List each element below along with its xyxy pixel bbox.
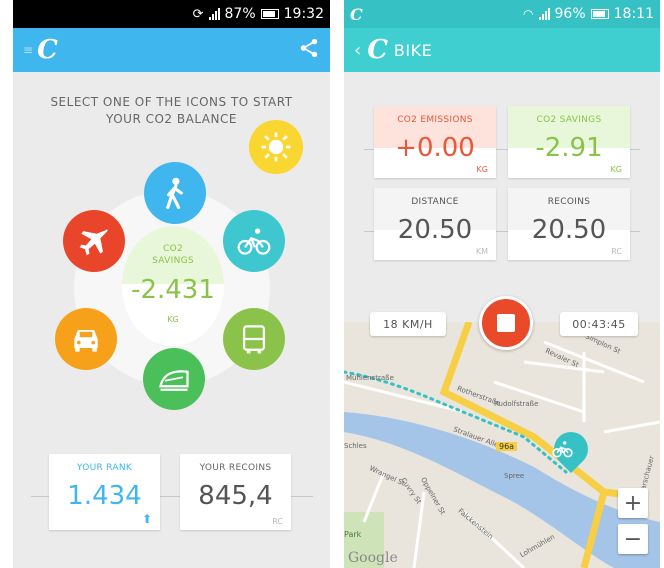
status-bar: ⟳ 87% 19:32 bbox=[13, 0, 330, 28]
savings-label: CO2 SAVINGS bbox=[508, 106, 630, 134]
route-label: 96a bbox=[496, 442, 518, 451]
co2-savings-card: CO2 SAVINGS -2.91 KG bbox=[508, 106, 630, 178]
walk-icon[interactable] bbox=[144, 162, 206, 224]
notification-logo: C bbox=[350, 4, 363, 24]
sync-icon: ⟳ bbox=[192, 6, 204, 22]
app-logo[interactable]: C bbox=[37, 35, 58, 65]
bike-tracking-screen: C ◠ 96% 18:11 ‹ C BIKE CO2 EMISSIONS +0.… bbox=[344, 0, 660, 568]
co2-emissions-card: CO2 EMISSIONS +0.00 KG bbox=[374, 106, 496, 178]
zoom-out-button[interactable]: − bbox=[618, 524, 648, 554]
battery-icon bbox=[260, 9, 279, 19]
app-logo[interactable]: C bbox=[367, 35, 388, 65]
recoins-unit: RC bbox=[272, 517, 283, 526]
distance-unit: KM bbox=[475, 247, 488, 256]
distance-card: DISTANCE 20.50 KM bbox=[374, 188, 496, 260]
stop-button[interactable] bbox=[479, 296, 533, 350]
stop-icon bbox=[497, 314, 515, 332]
sun-icon[interactable] bbox=[249, 120, 303, 174]
recoins-unit: RC bbox=[611, 247, 622, 256]
back-icon[interactable]: ‹ bbox=[354, 40, 361, 61]
bike-icon[interactable] bbox=[223, 210, 285, 272]
rank-label: YOUR RANK bbox=[49, 454, 160, 482]
wifi-icon: ◠ bbox=[523, 7, 534, 21]
bus-icon[interactable] bbox=[223, 308, 285, 370]
train-icon[interactable] bbox=[143, 348, 205, 410]
zoom-in-button[interactable]: + bbox=[618, 488, 648, 518]
distance-value: 20.50 bbox=[374, 216, 496, 244]
signal-icon bbox=[538, 8, 550, 20]
bike-icon bbox=[552, 441, 573, 458]
elapsed-time: 00:43:45 bbox=[560, 312, 638, 336]
app-bar: ≡ C bbox=[13, 28, 330, 72]
instruction-line-1: SELECT ONE OF THE ICONS TO START bbox=[50, 95, 293, 109]
recoins-card: RECOINS 20.50 RC bbox=[508, 188, 630, 260]
recoins-value: 20.50 bbox=[508, 216, 630, 244]
savings-value: -2.431 bbox=[131, 275, 215, 305]
app-bar: ‹ C BIKE bbox=[344, 28, 660, 72]
recoins-value: 845,4 bbox=[198, 481, 273, 511]
distance-label: DISTANCE bbox=[374, 188, 496, 216]
route-map[interactable]: Mühlenstraße Rotherstraße Rudolfstraße S… bbox=[344, 322, 660, 568]
emissions-value: +0.00 bbox=[374, 134, 496, 162]
clock: 19:32 bbox=[283, 6, 324, 22]
battery-icon bbox=[590, 9, 609, 19]
clock: 18:11 bbox=[613, 6, 654, 22]
rank-value: 1.434 bbox=[67, 481, 142, 511]
google-attribution: Google bbox=[348, 550, 398, 566]
arrow-up-icon: ⬆ bbox=[141, 512, 152, 526]
car-icon[interactable] bbox=[55, 308, 117, 370]
status-bar: C ◠ 96% 18:11 bbox=[344, 0, 660, 28]
menu-icon[interactable]: ≡ bbox=[23, 43, 33, 57]
savings-label: CO2 SAVINGS bbox=[152, 244, 194, 266]
savings-unit: KG bbox=[610, 165, 622, 174]
plane-icon[interactable] bbox=[63, 210, 125, 272]
emissions-label: CO2 EMISSIONS bbox=[374, 106, 496, 134]
rank-card[interactable]: YOUR RANK 1.434 ⬆ bbox=[49, 454, 160, 530]
savings-value: -2.91 bbox=[508, 134, 630, 162]
signal-icon bbox=[208, 8, 220, 20]
recoins-card[interactable]: YOUR RECOINS 845,4 RC bbox=[180, 454, 291, 530]
co2-savings-dial: CO2 SAVINGS -2.431 KG bbox=[122, 226, 224, 346]
recoins-label: RECOINS bbox=[508, 188, 630, 216]
battery-percent: 96% bbox=[554, 6, 586, 22]
savings-unit: KG bbox=[167, 315, 179, 324]
page-title: BIKE bbox=[393, 40, 433, 60]
battery-percent: 87% bbox=[224, 6, 256, 22]
emissions-unit: KG bbox=[476, 165, 488, 174]
home-screen: ⟳ 87% 19:32 ≡ C SELECT ONE OF THE ICONS … bbox=[13, 0, 330, 568]
share-icon[interactable] bbox=[298, 37, 320, 63]
speed-readout: 18 KM/H bbox=[370, 312, 446, 336]
recoins-label: YOUR RECOINS bbox=[199, 463, 272, 473]
